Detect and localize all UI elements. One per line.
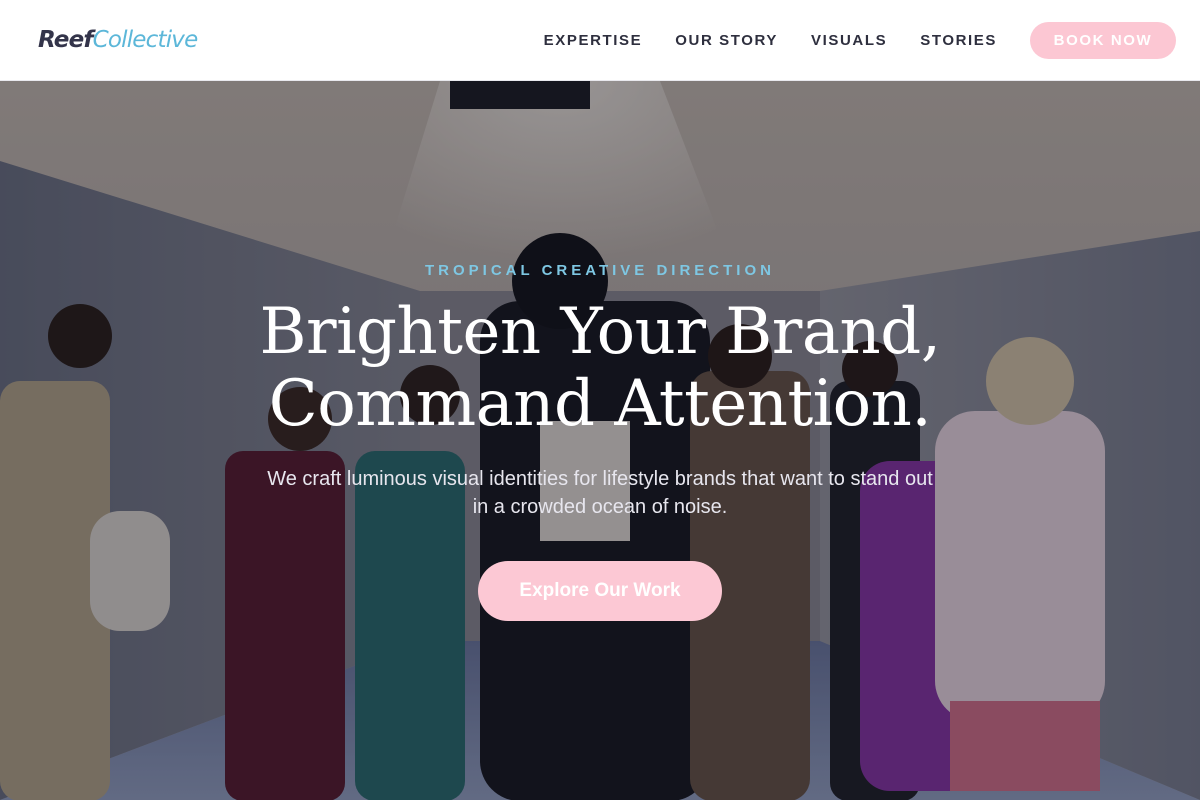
logo-text-part1: Reef [38,27,93,53]
nav-link-expertise[interactable]: EXPERTISE [544,32,643,49]
explore-work-button[interactable]: Explore Our Work [478,561,722,621]
nav-link-stories[interactable]: STORIES [920,32,997,49]
hero-subtext: We craft luminous visual identities for … [267,468,933,518]
hero-headline-line1: Brighten Your Brand, [259,295,941,369]
logo-text-part2: Collective [92,27,199,53]
logo[interactable]: ReefCollective [38,27,199,53]
nav-link-our-story[interactable]: OUR STORY [675,32,778,49]
hero-headline: Brighten Your Brand, Command Attention. [0,296,1200,440]
hero-content: TROPICAL CREATIVE DIRECTION Brighten You… [0,81,1200,800]
book-now-button[interactable]: BOOK NOW [1030,21,1176,59]
nav-link-visuals[interactable]: VISUALS [811,32,887,49]
hero-section: TROPICAL CREATIVE DIRECTION Brighten You… [0,81,1200,800]
main-nav: EXPERTISE OUR STORY VISUALS STORIES BOOK… [511,21,1176,59]
hero-headline-line2: Command Attention. [268,367,932,441]
site-header: ReefCollective EXPERTISE OUR STORY VISUA… [0,0,1200,81]
hero-eyebrow: TROPICAL CREATIVE DIRECTION [425,262,775,279]
